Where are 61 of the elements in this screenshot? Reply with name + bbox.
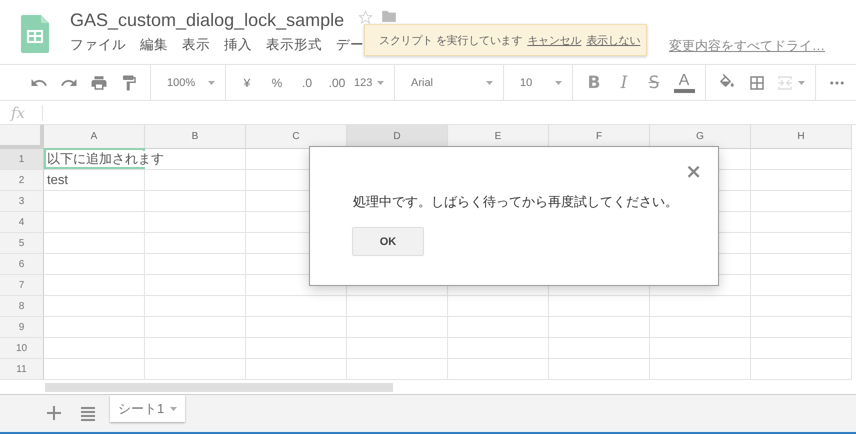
- merge-cells-icon[interactable]: [776, 74, 794, 92]
- bold-button[interactable]: B: [579, 68, 609, 98]
- zoom-dropdown[interactable]: 100%: [157, 68, 219, 98]
- paint-format-icon[interactable]: [120, 74, 138, 92]
- column-header[interactable]: C: [246, 125, 347, 149]
- italic-button[interactable]: I: [609, 68, 639, 98]
- dialog-message: 処理中です。しばらく待ってから再度試してください。: [353, 194, 678, 211]
- menu-item[interactable]: 挿入: [224, 36, 252, 54]
- menu-item[interactable]: 表示: [182, 36, 210, 54]
- decrease-decimals-button[interactable]: .0: [292, 68, 322, 98]
- strikethrough-button[interactable]: S: [639, 68, 669, 98]
- banner-text: スクリプト を実行しています: [379, 34, 522, 48]
- currency-button[interactable]: ¥: [232, 68, 262, 98]
- row-header[interactable]: 8: [0, 296, 44, 317]
- star-icon[interactable]: [358, 10, 374, 24]
- caret-icon: [486, 80, 493, 84]
- row-header[interactable]: 1: [0, 149, 44, 170]
- add-sheet-icon[interactable]: [44, 403, 64, 423]
- save-status-link[interactable]: 変更内容をすべてドライ…: [669, 37, 825, 55]
- folder-icon[interactable]: [381, 10, 398, 22]
- menu-item[interactable]: 表示形式: [266, 36, 322, 54]
- column-header[interactable]: G: [650, 125, 751, 149]
- spreadsheet-logo-icon[interactable]: [21, 15, 49, 53]
- scrollbar-thumb[interactable]: [45, 382, 393, 392]
- row-header[interactable]: 3: [0, 191, 44, 212]
- row-header[interactable]: 2: [0, 170, 44, 191]
- font-size-dropdown[interactable]: 10: [510, 68, 566, 98]
- menu-item[interactable]: ファイル: [70, 36, 126, 54]
- menu-item[interactable]: デー: [336, 36, 364, 54]
- sheet-list-icon[interactable]: [80, 405, 96, 421]
- percent-button[interactable]: %: [262, 68, 292, 98]
- column-header[interactable]: H: [751, 125, 852, 149]
- row-header[interactable]: 5: [0, 233, 44, 254]
- number-format-dropdown[interactable]: 123: [352, 68, 388, 98]
- row-header[interactable]: 10: [0, 338, 44, 359]
- sheet-tab[interactable]: シート1: [110, 395, 186, 422]
- column-header[interactable]: B: [145, 125, 246, 149]
- print-icon[interactable]: [90, 74, 108, 92]
- banner-link[interactable]: 表示しない: [586, 32, 640, 48]
- formula-label: fx: [11, 104, 26, 122]
- banner-link[interactable]: キャンセル: [527, 32, 582, 48]
- borders-icon[interactable]: [748, 74, 766, 92]
- caret-icon: [377, 80, 384, 84]
- row-header[interactable]: 4: [0, 212, 44, 233]
- row-header[interactable]: 6: [0, 254, 44, 275]
- caret-icon: [555, 80, 562, 84]
- caret-icon: [170, 406, 178, 410]
- font-dropdown[interactable]: Arial: [401, 68, 497, 98]
- menu-item[interactable]: 編集: [140, 36, 168, 54]
- cell-text[interactable]: 以下に追加されます: [47, 151, 164, 167]
- caret-icon: [798, 80, 805, 84]
- column-header[interactable]: A: [44, 125, 145, 149]
- caret-icon: [208, 80, 215, 84]
- increase-decimals-button[interactable]: .00: [322, 68, 352, 98]
- document-title[interactable]: GAS_custom_dialog_lock_sample: [70, 10, 344, 30]
- text-color-button[interactable]: A: [669, 72, 699, 92]
- row-header[interactable]: 11: [0, 359, 44, 380]
- ok-button[interactable]: OK: [352, 227, 424, 256]
- close-button[interactable]: ×: [685, 161, 702, 181]
- row-header[interactable]: 9: [0, 317, 44, 338]
- row-header[interactable]: 7: [0, 275, 44, 296]
